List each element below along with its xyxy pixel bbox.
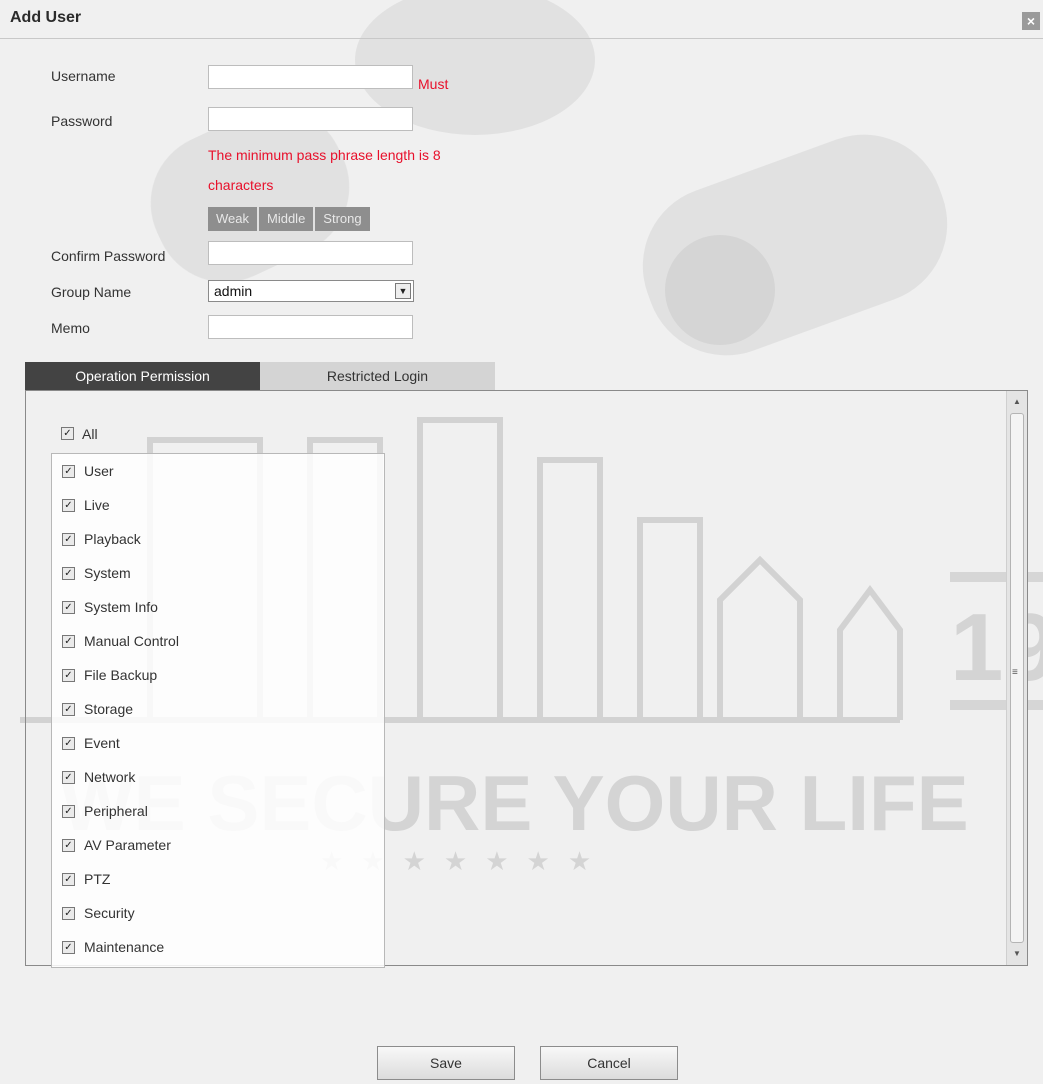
permission-label: Storage <box>84 701 134 717</box>
permission-label: PTZ <box>84 871 111 887</box>
permission-label: Maintenance <box>84 939 165 955</box>
permission-label: Manual Control <box>84 633 179 649</box>
checkmark-icon[interactable]: ✓ <box>62 839 75 852</box>
permission-label: Event <box>84 735 120 751</box>
username-label: Username <box>51 68 116 84</box>
confirm-password-input[interactable] <box>208 241 413 265</box>
list-item[interactable]: ✓ User <box>52 462 382 482</box>
checkmark-icon[interactable]: ✓ <box>62 635 75 648</box>
permission-label: Network <box>84 769 136 785</box>
permission-label: Security <box>84 905 135 921</box>
list-item[interactable]: ✓ Maintenance <box>52 938 382 958</box>
add-user-dialog: WE SECURE YOUR LIFE 19 ★★★★★★★ Add User … <box>0 0 1043 1084</box>
checkmark-icon[interactable]: ✓ <box>62 669 75 682</box>
checkmark-icon[interactable]: ✓ <box>62 737 75 750</box>
scrollbar-grip-icon: ≡ <box>1012 667 1018 678</box>
list-item[interactable]: ✓ System Info <box>52 598 382 618</box>
checkmark-icon[interactable]: ✓ <box>62 771 75 784</box>
list-item[interactable]: ✓ Storage <box>52 700 382 720</box>
list-item[interactable]: ✓ File Backup <box>52 666 382 686</box>
permission-label: User <box>84 463 114 479</box>
permission-label: File Backup <box>84 667 158 683</box>
checkmark-icon[interactable]: ✓ <box>62 499 75 512</box>
list-item[interactable]: ✓ PTZ <box>52 870 382 890</box>
username-required-note: Must <box>418 76 449 92</box>
list-item[interactable]: ✓ System <box>52 564 382 584</box>
checkmark-icon[interactable]: ✓ <box>61 427 74 440</box>
permission-all-label: All <box>82 426 98 442</box>
password-strength-meter: Weak Middle Strong <box>208 207 372 231</box>
password-hint-line1: The minimum pass phrase length is 8 <box>208 147 441 163</box>
list-item[interactable]: ✓ Peripheral <box>52 802 382 822</box>
permission-label: Playback <box>84 531 141 547</box>
permission-list: ✓ User ✓ Live ✓ Playback ✓ System ✓ System In… <box>51 453 385 968</box>
group-name-label: Group Name <box>51 284 132 300</box>
checkmark-icon[interactable]: ✓ <box>62 465 75 478</box>
list-item[interactable]: ✓ Manual Control <box>52 632 382 652</box>
list-item[interactable]: ✓ Security <box>52 904 382 924</box>
password-hint-line2: characters <box>208 177 274 193</box>
username-input[interactable] <box>208 65 413 89</box>
strength-strong: Strong <box>315 207 370 231</box>
password-input[interactable] <box>208 107 413 131</box>
list-item[interactable]: ✓ Live <box>52 496 382 516</box>
scrollbar-thumb[interactable] <box>1010 413 1024 943</box>
checkmark-icon[interactable]: ✓ <box>62 601 75 614</box>
scroll-down-icon[interactable]: ▼ <box>1007 945 1027 963</box>
list-item[interactable]: ✓ Event <box>52 734 382 754</box>
strength-weak: Weak <box>208 207 257 231</box>
cancel-button[interactable]: Cancel <box>540 1046 678 1080</box>
panel-scrollbar[interactable]: ▲ ≡ ▼ <box>1006 391 1027 965</box>
memo-label: Memo <box>51 320 90 336</box>
permission-label: AV Parameter <box>84 837 171 853</box>
tab-restricted-login[interactable]: Restricted Login <box>260 362 495 390</box>
permission-label: Peripheral <box>84 803 148 819</box>
close-icon[interactable]: × <box>1022 12 1040 30</box>
checkmark-icon[interactable]: ✓ <box>62 873 75 886</box>
checkmark-icon[interactable]: ✓ <box>62 805 75 818</box>
password-label: Password <box>51 113 113 129</box>
memo-input[interactable] <box>208 315 413 339</box>
checkmark-icon[interactable]: ✓ <box>62 941 75 954</box>
checkmark-icon[interactable]: ✓ <box>62 567 75 580</box>
list-item[interactable]: ✓ AV Parameter <box>52 836 382 856</box>
tab-operation-permission[interactable]: Operation Permission <box>25 362 260 390</box>
chevron-down-icon[interactable]: ▼ <box>395 283 411 299</box>
checkmark-icon[interactable]: ✓ <box>62 703 75 716</box>
scroll-up-icon[interactable]: ▲ <box>1007 393 1027 411</box>
group-name-value: admin <box>214 283 253 299</box>
list-item[interactable]: ✓ Network <box>52 768 382 788</box>
permission-label: Live <box>84 497 110 513</box>
save-button[interactable]: Save <box>377 1046 515 1080</box>
permission-label: System <box>84 565 131 581</box>
checkmark-icon[interactable]: ✓ <box>62 533 75 546</box>
strength-middle: Middle <box>259 207 314 231</box>
list-item[interactable]: ✓ Playback <box>52 530 382 550</box>
confirm-password-label: Confirm Password <box>51 248 166 264</box>
group-name-select[interactable]: admin ▼ <box>208 280 414 302</box>
permission-label: System Info <box>84 599 158 615</box>
checkmark-icon[interactable]: ✓ <box>62 907 75 920</box>
dialog-title: Add User <box>10 9 82 26</box>
title-bar: Add User × <box>0 0 1043 39</box>
